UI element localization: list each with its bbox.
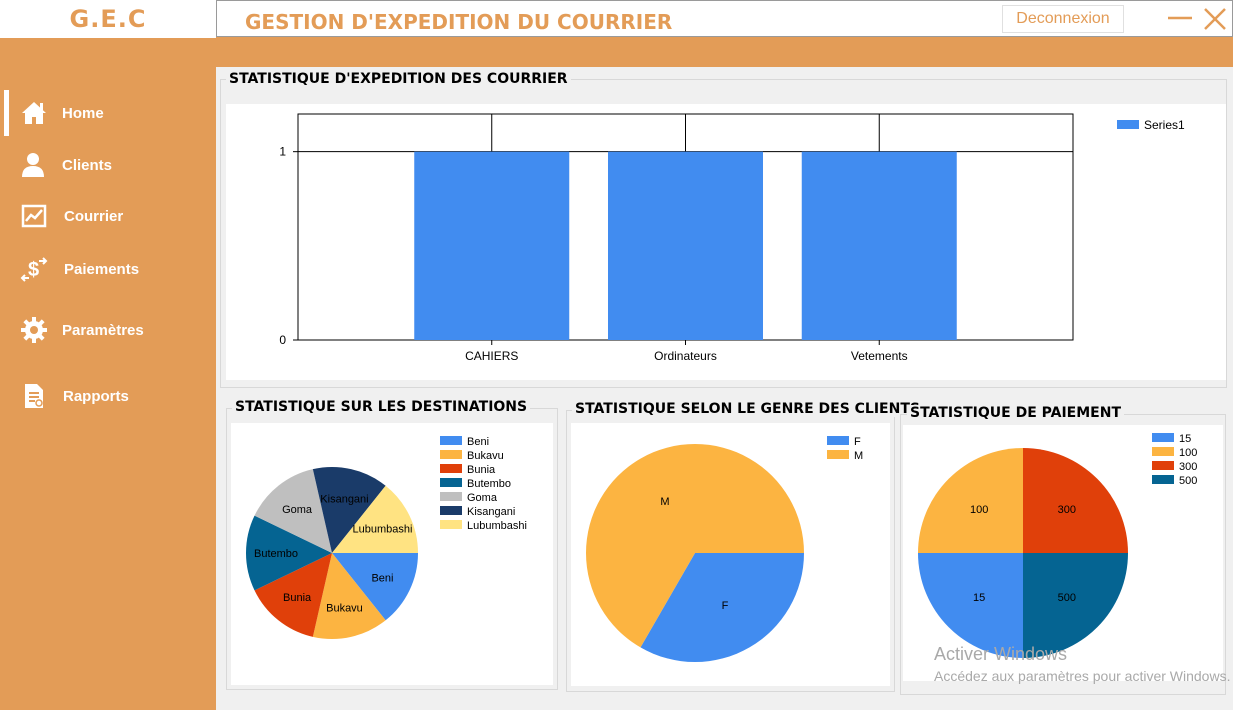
expedition-panel-title: STATISTIQUE D'EXPEDITION DES COURRIER	[226, 71, 571, 87]
slice-label: M	[660, 496, 669, 508]
legend-label: Goma	[467, 492, 498, 504]
sidebar-item-courrier[interactable]: Courrier	[0, 194, 216, 238]
x-tick-label: Vetements	[851, 349, 908, 363]
legend-label: Bunia	[467, 464, 496, 476]
legend-swatch	[1152, 475, 1174, 484]
y-tick-label: 0	[279, 333, 286, 347]
paiement-pie-chart: 15 100 300 500 15 100 300 500	[918, 433, 1197, 658]
sidebar-item-clients[interactable]: Clients	[0, 143, 216, 187]
gear-icon	[21, 317, 47, 343]
sidebar-item-parametres[interactable]: Paramètres	[0, 308, 216, 352]
destinations-chart: Beni Bukavu Bunia Butembo Goma Kisangani Lubum…	[231, 423, 553, 685]
paiement-panel-title: STATISTIQUE DE PAIEMENT	[907, 405, 1125, 421]
slice-label: 500	[1058, 592, 1076, 604]
sidebar: G.E.C Home Clients Courrier $ Paiements	[0, 0, 216, 710]
x-tick-label: Ordinateurs	[654, 349, 717, 363]
genre-chart: FMFM	[571, 423, 890, 686]
legend-swatch	[1152, 447, 1174, 456]
legend-swatch	[440, 492, 462, 501]
pie-slice	[918, 448, 1023, 553]
slice-label: Bukavu	[326, 603, 363, 615]
pie-slice	[1023, 448, 1128, 553]
sidebar-item-label: Clients	[62, 156, 113, 174]
header-band	[216, 37, 1233, 67]
pie-slice	[1023, 553, 1128, 658]
legend-swatch	[440, 436, 462, 445]
activation-watermark-title: Activer Windows	[934, 644, 1068, 664]
legend-label: Series1	[1144, 118, 1185, 132]
activation-watermark-text: Accédez aux paramètres pour activer Wind…	[934, 668, 1231, 684]
legend-swatch	[440, 520, 462, 529]
legend-swatch	[827, 450, 849, 459]
sidebar-item-label: Paramètres	[62, 321, 144, 339]
legend-label: Beni	[467, 436, 489, 448]
bar-chart: 0 1 CAHIERS Ordinateurs Vetements Series1	[279, 113, 1185, 363]
legend-label: M	[854, 450, 863, 462]
legend-swatch	[440, 450, 462, 459]
legend-swatch	[1152, 461, 1174, 470]
slice-label: Goma	[282, 504, 313, 516]
legend-label: 100	[1179, 447, 1197, 459]
legend-label: Bukavu	[467, 450, 504, 462]
home-icon	[22, 102, 46, 124]
sidebar-item-home[interactable]: Home	[0, 91, 216, 135]
sidebar-item-rapports[interactable]: Rapports	[0, 374, 216, 418]
legend-label: F	[854, 436, 861, 448]
user-icon	[22, 153, 44, 177]
legend-label: 500	[1179, 475, 1197, 487]
legend-label: 15	[1179, 433, 1191, 445]
sidebar-item-label: Rapports	[63, 387, 129, 405]
slice-label: F	[722, 600, 729, 612]
dollar-transfer-icon: $	[20, 257, 48, 282]
legend-label: Butembo	[467, 478, 511, 490]
page-title: GESTION D'EXPEDITION DU COURRIER	[245, 10, 673, 34]
app-logo: G.E.C	[0, 0, 216, 38]
slice-label: 300	[1058, 504, 1076, 516]
chart-icon	[21, 204, 47, 228]
slice-label: Butembo	[254, 548, 298, 560]
paiement-chart: 15 100 300 500 15 100 300 500	[903, 425, 1223, 681]
x-tick-label: CAHIERS	[465, 349, 518, 363]
slice-label: Kisangani	[320, 493, 368, 505]
destinations-panel-title: STATISTIQUE SUR LES DESTINATIONS	[232, 399, 531, 415]
destinations-pie-chart: Beni Bukavu Bunia Butembo Goma Kisangani Lubum…	[246, 436, 527, 639]
legend-swatch	[440, 478, 462, 487]
slice-label: 100	[970, 504, 988, 516]
sidebar-item-label: Paiements	[64, 260, 140, 278]
pie-slice	[918, 553, 1023, 658]
slice-label: Lubumbashi	[352, 524, 412, 536]
legend-swatch	[827, 436, 849, 445]
slice-label: Beni	[371, 572, 393, 584]
legend-label: Kisangani	[467, 506, 515, 518]
sidebar-item-label: Home	[62, 104, 104, 122]
expedition-chart: 0 1 CAHIERS Ordinateurs Vetements Series1	[226, 104, 1226, 380]
bar	[414, 151, 570, 340]
header-bar: GESTION D'EXPEDITION DU COURRIER Deconne…	[216, 0, 1233, 37]
bar	[608, 151, 763, 340]
bar	[801, 151, 957, 340]
minimize-icon[interactable]	[1167, 5, 1193, 31]
legend-swatch	[1117, 120, 1139, 129]
slice-label: Bunia	[283, 592, 312, 604]
logout-button[interactable]: Deconnexion	[1002, 5, 1124, 33]
genre-panel-title: STATISTIQUE SELON LE GENRE DES CLIENTS	[572, 401, 923, 417]
close-icon[interactable]	[1201, 5, 1229, 33]
legend-swatch	[440, 506, 462, 515]
y-tick-label: 1	[279, 145, 286, 159]
sidebar-item-label: Courrier	[64, 207, 124, 225]
svg-text:$: $	[28, 259, 39, 281]
sidebar-item-paiements[interactable]: $ Paiements	[0, 247, 216, 291]
genre-pie-chart: FMFM	[586, 436, 863, 662]
legend-label: 300	[1179, 461, 1197, 473]
legend-label: Lubumbashi	[467, 520, 527, 532]
report-icon	[25, 384, 43, 408]
legend-swatch	[440, 464, 462, 473]
legend-swatch	[1152, 433, 1174, 442]
slice-label: 15	[973, 592, 985, 604]
